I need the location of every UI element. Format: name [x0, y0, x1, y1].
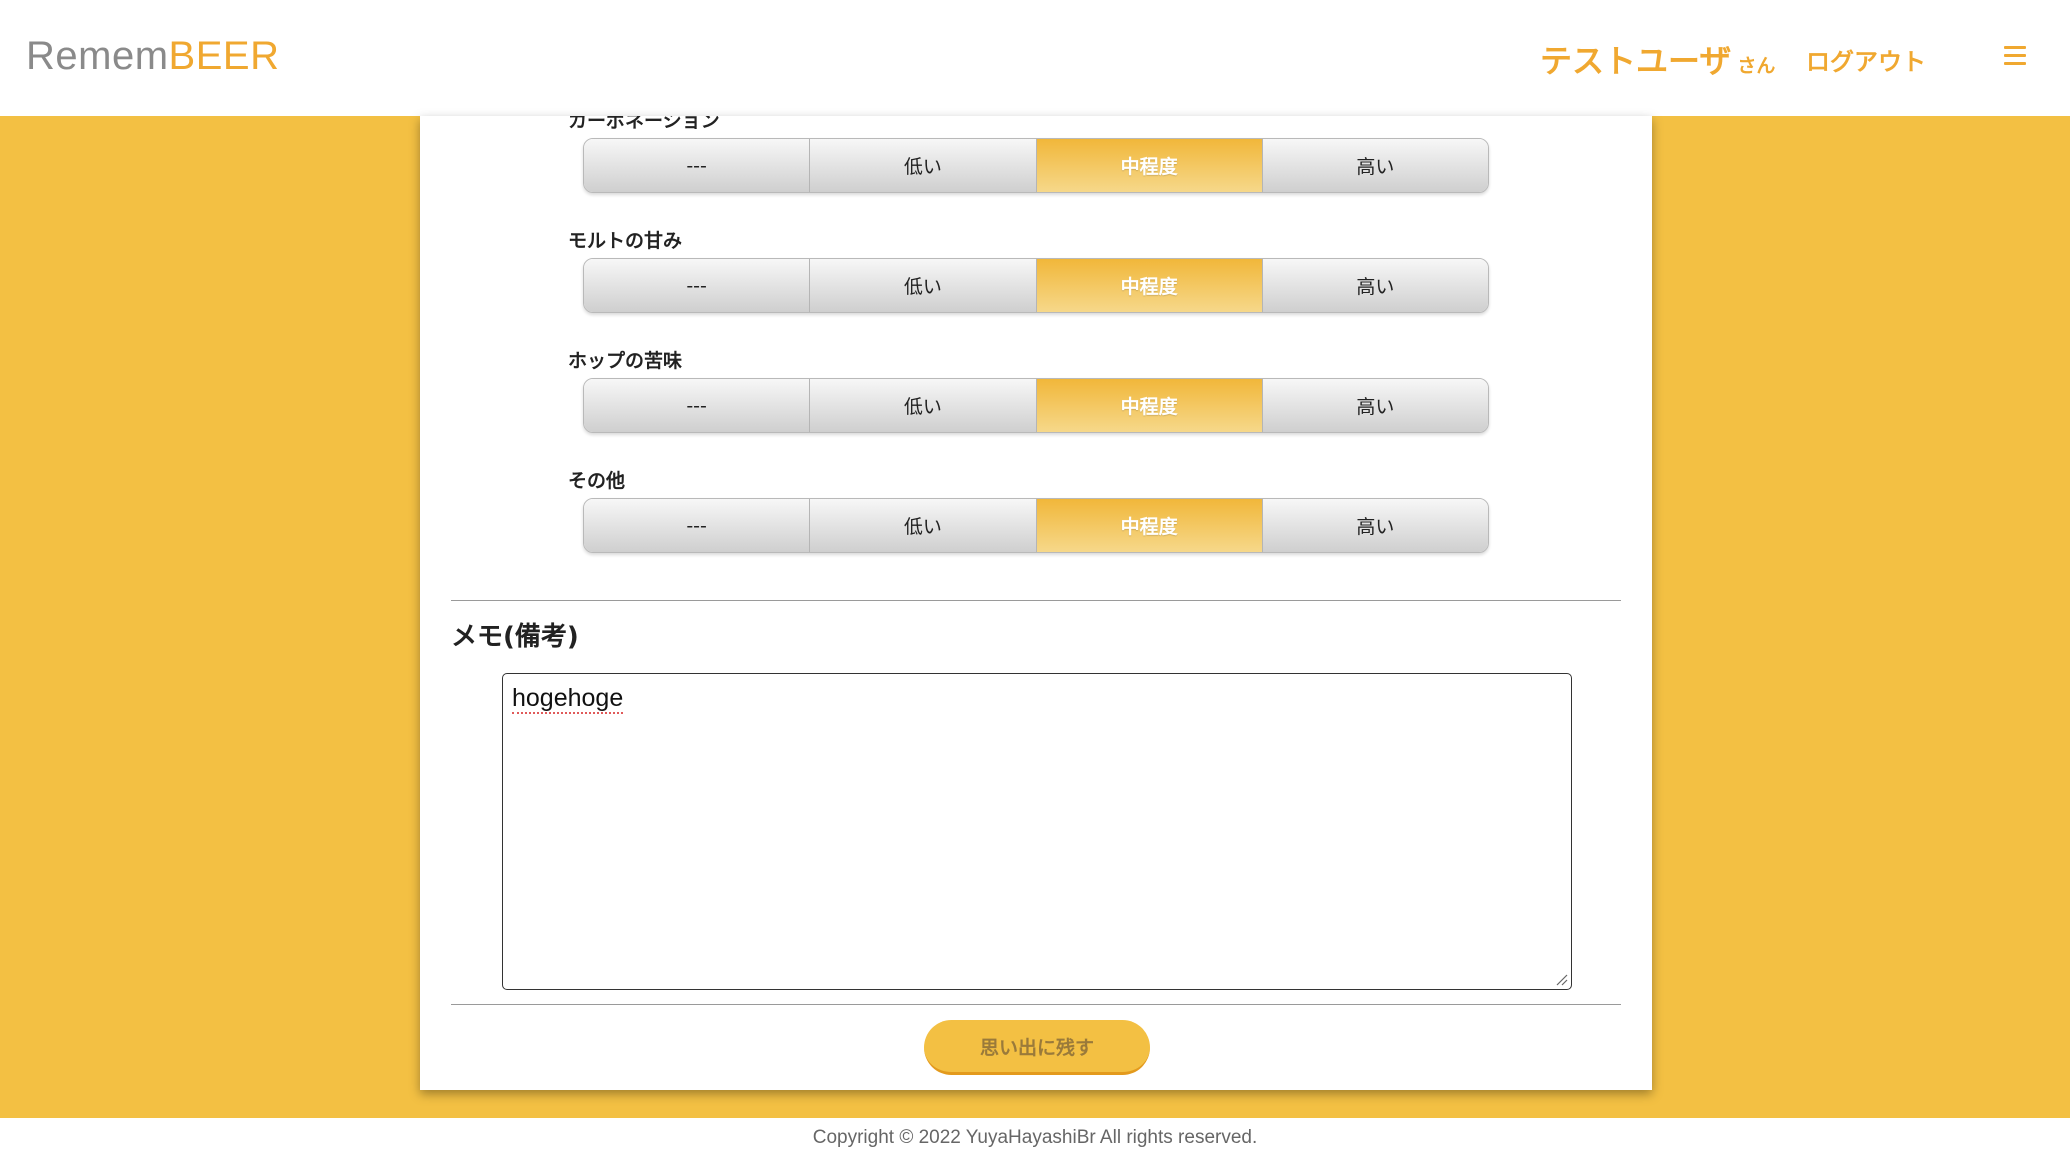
rating-option-low[interactable]: 低い	[810, 379, 1037, 432]
copyright-text: Copyright © 2022 YuyaHayashiBr All right…	[812, 1127, 1258, 1148]
username-display: テストユーザ さん	[1540, 36, 1775, 82]
footer: Copyright © 2022 YuyaHayashiBr All right…	[0, 1118, 2070, 1158]
logout-link[interactable]: ログアウト	[1806, 42, 1926, 77]
rating-option-medium[interactable]: 中程度	[1036, 379, 1263, 432]
rating-option-none[interactable]: ---	[584, 379, 811, 432]
rating-option-none[interactable]: ---	[584, 499, 811, 552]
resize-grip-icon[interactable]	[1554, 972, 1568, 986]
rating-option-medium[interactable]: 中程度	[1036, 259, 1263, 312]
rating-segmented-hop-bitterness: --- 低い 中程度 高い	[583, 378, 1489, 433]
logo-text-beer: BEER	[168, 34, 280, 78]
review-form-card: カーボネーション --- 低い 中程度 高い モルトの甘み --- 低い 中程度…	[420, 116, 1652, 1090]
logo-text-remem: Remem	[26, 34, 169, 78]
section-divider	[451, 1004, 1621, 1005]
logo[interactable]: RememBEER	[26, 34, 279, 79]
rating-option-low[interactable]: 低い	[810, 139, 1037, 192]
rating-option-medium[interactable]: 中程度	[1036, 499, 1263, 552]
rating-segmented-other: --- 低い 中程度 高い	[583, 498, 1489, 553]
memo-title: メモ(備考)	[451, 622, 579, 652]
memo-textarea[interactable]	[502, 673, 1572, 990]
rating-option-medium[interactable]: 中程度	[1036, 139, 1263, 192]
rating-label-malt-sweetness: モルトの甘み	[568, 230, 683, 252]
rating-option-low[interactable]: 低い	[810, 499, 1037, 552]
username-suffix: さん	[1737, 55, 1776, 77]
rating-segmented-carbonation: --- 低い 中程度 高い	[583, 138, 1489, 193]
hamburger-menu-icon[interactable]	[2004, 46, 2026, 66]
rating-option-high[interactable]: 高い	[1262, 379, 1488, 432]
rating-option-high[interactable]: 高い	[1262, 139, 1488, 192]
rating-option-high[interactable]: 高い	[1262, 259, 1488, 312]
rating-option-none[interactable]: ---	[584, 139, 811, 192]
rating-label-hop-bitterness: ホップの苦味	[568, 350, 683, 372]
username: テストユーザ	[1540, 42, 1732, 80]
rating-label-other: その他	[568, 470, 626, 492]
submit-button[interactable]: 思い出に残す	[924, 1020, 1150, 1075]
section-divider	[451, 600, 1621, 601]
rating-option-high[interactable]: 高い	[1262, 499, 1488, 552]
rating-segmented-malt-sweetness: --- 低い 中程度 高い	[583, 258, 1489, 313]
header: RememBEER テストユーザ さん ログアウト	[0, 0, 2070, 116]
rating-option-low[interactable]: 低い	[810, 259, 1037, 312]
rating-option-none[interactable]: ---	[584, 259, 811, 312]
